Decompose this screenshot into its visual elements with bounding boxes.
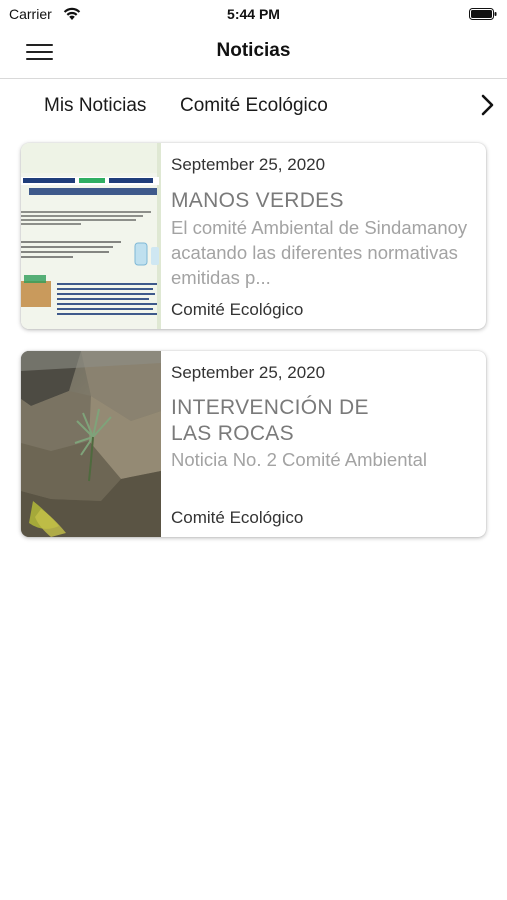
manos-verdes-poster — [21, 143, 161, 329]
status-bar: Carrier 5:44 PM — [0, 0, 507, 28]
clock: 5:44 PM — [227, 6, 280, 22]
navigation-bar: Noticias — [0, 28, 507, 79]
news-category: Comité Ecológico — [171, 300, 304, 319]
news-date: September 25, 2020 — [171, 363, 326, 382]
news-content: September 25, 2020 MANOS VERDES El comit… — [171, 143, 479, 329]
news-thumbnail — [21, 351, 161, 537]
news-content: September 25, 2020 INTERVENCIÓN DE LAS R… — [171, 351, 479, 537]
page-title: Noticias — [216, 40, 291, 61]
tab-mis-noticias[interactable]: Mis Noticias — [44, 95, 146, 117]
news-category: Comité Ecológico — [171, 508, 304, 527]
tab-comite-ecologico[interactable]: Comité Ecológico — [180, 95, 328, 117]
news-card[interactable]: September 25, 2020 MANOS VERDES El comit… — [21, 143, 486, 329]
news-title: MANOS VERDES — [171, 189, 344, 212]
news-title: INTERVENCIÓN DE LAS ROCAS — [171, 396, 369, 445]
news-excerpt: El comité Ambiental de Sindamanoy acatan… — [171, 217, 468, 288]
category-tabs: Mis Noticias Comité Ecológico — [0, 79, 507, 135]
battery-icon — [469, 8, 497, 20]
news-card[interactable]: September 25, 2020 INTERVENCIÓN DE LAS R… — [21, 351, 486, 537]
rocks-photo — [21, 351, 161, 537]
news-excerpt: Noticia No. 2 Comité Ambiental — [171, 449, 428, 470]
news-date: September 25, 2020 — [171, 155, 326, 174]
news-thumbnail — [21, 143, 161, 329]
chevron-right-icon[interactable] — [479, 93, 497, 117]
